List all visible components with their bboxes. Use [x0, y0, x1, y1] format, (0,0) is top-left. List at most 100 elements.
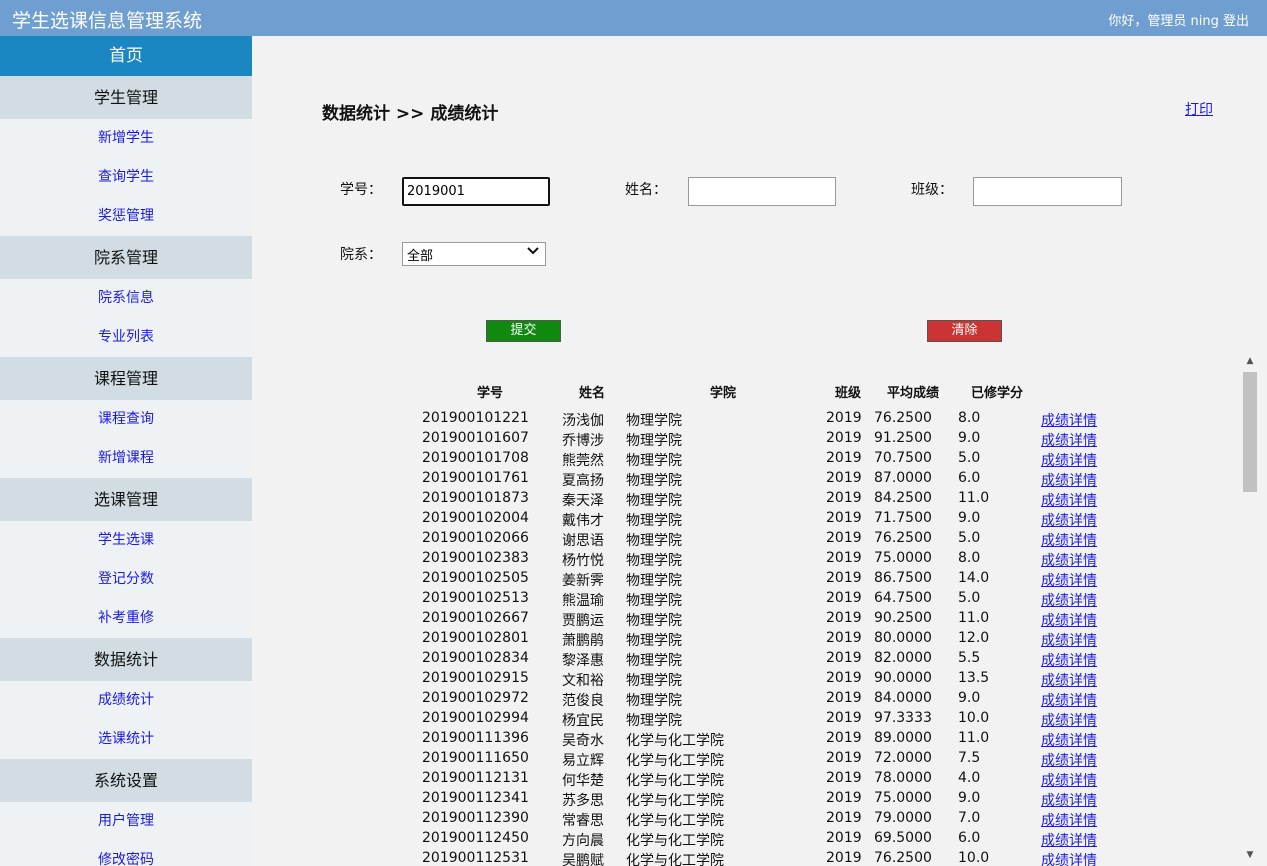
cell-name: 戴伟才 [562, 513, 604, 529]
score-detail-link[interactable]: 成绩详情 [1041, 850, 1097, 866]
sidebar-item-score-stats[interactable]: 成绩统计 [0, 681, 252, 720]
cell-class: 2019 [826, 830, 862, 846]
cell-student-id: 201900102834 [422, 650, 529, 666]
score-detail-link[interactable]: 成绩详情 [1041, 670, 1097, 690]
submit-button[interactable]: 提交 [486, 320, 561, 342]
score-detail-link[interactable]: 成绩详情 [1041, 570, 1097, 590]
cell-student-id: 201900101873 [422, 490, 529, 506]
score-detail-link[interactable]: 成绩详情 [1041, 790, 1097, 810]
score-detail-link[interactable]: 成绩详情 [1041, 690, 1097, 710]
score-detail-link[interactable]: 成绩详情 [1041, 510, 1097, 530]
cell-class: 2019 [826, 450, 862, 466]
cell-credits: 11.0 [958, 730, 990, 746]
score-detail-link[interactable]: 成绩详情 [1041, 730, 1097, 750]
cell-name: 熊温瑜 [562, 593, 604, 609]
sidebar-item-course-query[interactable]: 课程查询 [0, 400, 252, 439]
sidebar-item-dept-info[interactable]: 院系信息 [0, 279, 252, 318]
cell-college: 物理学院 [626, 613, 682, 629]
nav-group-header[interactable]: 院系管理 [0, 236, 252, 279]
cell-class: 2019 [826, 610, 862, 626]
score-detail-link[interactable]: 成绩详情 [1041, 610, 1097, 630]
nav-group-header[interactable]: 学生管理 [0, 76, 252, 119]
score-detail-link[interactable]: 成绩详情 [1041, 630, 1097, 650]
name-input[interactable] [688, 177, 836, 206]
cell-class: 2019 [826, 810, 862, 826]
cell-name: 杨竹悦 [562, 553, 604, 569]
cell-class: 2019 [826, 410, 862, 426]
sidebar-item-query-student[interactable]: 查询学生 [0, 158, 252, 197]
score-detail-link[interactable]: 成绩详情 [1041, 770, 1097, 790]
score-detail-link[interactable]: 成绩详情 [1041, 530, 1097, 550]
sidebar-item-user-mgmt[interactable]: 用户管理 [0, 802, 252, 841]
cell-credits: 10.0 [958, 850, 990, 866]
breadcrumb: 数据统计 >> 成绩统计 [322, 104, 499, 124]
arrow-down-icon[interactable]: ▼ [1241, 850, 1259, 864]
sidebar-item-add-course[interactable]: 新增课程 [0, 439, 252, 478]
dept-select-value: 全部 [407, 249, 434, 264]
print-link[interactable]: 打印 [1185, 99, 1213, 119]
cell-class: 2019 [826, 690, 862, 706]
cell-college: 物理学院 [626, 713, 682, 729]
cell-name: 谢思语 [562, 533, 604, 549]
score-detail-link[interactable]: 成绩详情 [1041, 410, 1097, 430]
sidebar-item-add-student[interactable]: 新增学生 [0, 119, 252, 158]
score-detail-link[interactable]: 成绩详情 [1041, 470, 1097, 490]
class-input[interactable] [973, 177, 1122, 206]
vertical-scrollbar[interactable]: ▲ ▼ [1241, 354, 1259, 866]
cell-name: 吴奇水 [562, 733, 604, 749]
cell-college: 化学与化工学院 [626, 833, 724, 849]
score-detail-link[interactable]: 成绩详情 [1041, 590, 1097, 610]
student-id-input[interactable] [402, 177, 550, 206]
cell-student-id: 201900102801 [422, 630, 529, 646]
cell-credits: 9.0 [958, 790, 981, 806]
cell-student-id: 201900102667 [422, 610, 529, 626]
logout-link[interactable]: 登出 [1223, 14, 1249, 29]
score-detail-link[interactable]: 成绩详情 [1041, 490, 1097, 510]
cell-student-id: 201900112531 [422, 850, 529, 866]
cell-avg-score: 82.0000 [874, 650, 932, 666]
cell-college: 物理学院 [626, 513, 682, 529]
score-detail-link[interactable]: 成绩详情 [1041, 830, 1097, 850]
score-detail-link[interactable]: 成绩详情 [1041, 650, 1097, 670]
cell-college: 化学与化工学院 [626, 813, 724, 829]
cell-credits: 13.5 [958, 670, 990, 686]
sidebar-item-record-score[interactable]: 登记分数 [0, 560, 252, 599]
sidebar-item-selection-stats[interactable]: 选课统计 [0, 720, 252, 759]
sidebar-item-home[interactable]: 首页 [0, 36, 252, 76]
cell-avg-score: 70.7500 [874, 450, 932, 466]
score-detail-link[interactable]: 成绩详情 [1041, 750, 1097, 770]
nav-group-header[interactable]: 数据统计 [0, 638, 252, 681]
sidebar-item-rewards[interactable]: 奖惩管理 [0, 197, 252, 236]
user-area: 你好，管理员 ning 登出 [1108, 10, 1249, 29]
score-detail-link[interactable]: 成绩详情 [1041, 450, 1097, 470]
student-id-label: 学号： [340, 182, 382, 198]
sidebar-item-retake[interactable]: 补考重修 [0, 599, 252, 638]
cell-avg-score: 84.0000 [874, 690, 932, 706]
table-row: 201900112450 方向晨 化学与化工学院 2019 69.5000 6.0 成绩详情 [252, 830, 1242, 850]
table-row: 201900102505 姜新霁 物理学院 2019 86.7500 14.0 成绩详情 [252, 570, 1242, 590]
dept-select[interactable]: 全部 [402, 242, 546, 266]
score-detail-link[interactable]: 成绩详情 [1041, 550, 1097, 570]
cell-name: 秦天泽 [562, 493, 604, 509]
nav-group-header[interactable]: 选课管理 [0, 478, 252, 521]
cell-name: 易立辉 [562, 753, 604, 769]
score-detail-link[interactable]: 成绩详情 [1041, 710, 1097, 730]
cell-credits: 7.5 [958, 750, 981, 766]
cell-student-id: 201900101221 [422, 410, 529, 426]
table-row: 201900101708 熊莞然 物理学院 2019 70.7500 5.0 成绩详情 [252, 450, 1242, 470]
cell-avg-score: 64.7500 [874, 590, 932, 606]
cell-college: 化学与化工学院 [626, 773, 724, 789]
clear-button[interactable]: 清除 [927, 320, 1002, 342]
cell-avg-score: 76.2500 [874, 530, 932, 546]
cell-college: 物理学院 [626, 413, 682, 429]
arrow-up-icon[interactable]: ▲ [1241, 356, 1259, 370]
sidebar-item-course-select[interactable]: 学生选课 [0, 521, 252, 560]
score-detail-link[interactable]: 成绩详情 [1041, 430, 1097, 450]
nav-group-header[interactable]: 系统设置 [0, 759, 252, 802]
nav-group-student: 学生管理 新增学生 查询学生 奖惩管理 [0, 76, 252, 236]
nav-group-header[interactable]: 课程管理 [0, 357, 252, 400]
scroll-thumb[interactable] [1243, 372, 1257, 492]
score-detail-link[interactable]: 成绩详情 [1041, 810, 1097, 830]
sidebar-item-change-password[interactable]: 修改密码 [0, 841, 252, 866]
sidebar-item-major-list[interactable]: 专业列表 [0, 318, 252, 357]
